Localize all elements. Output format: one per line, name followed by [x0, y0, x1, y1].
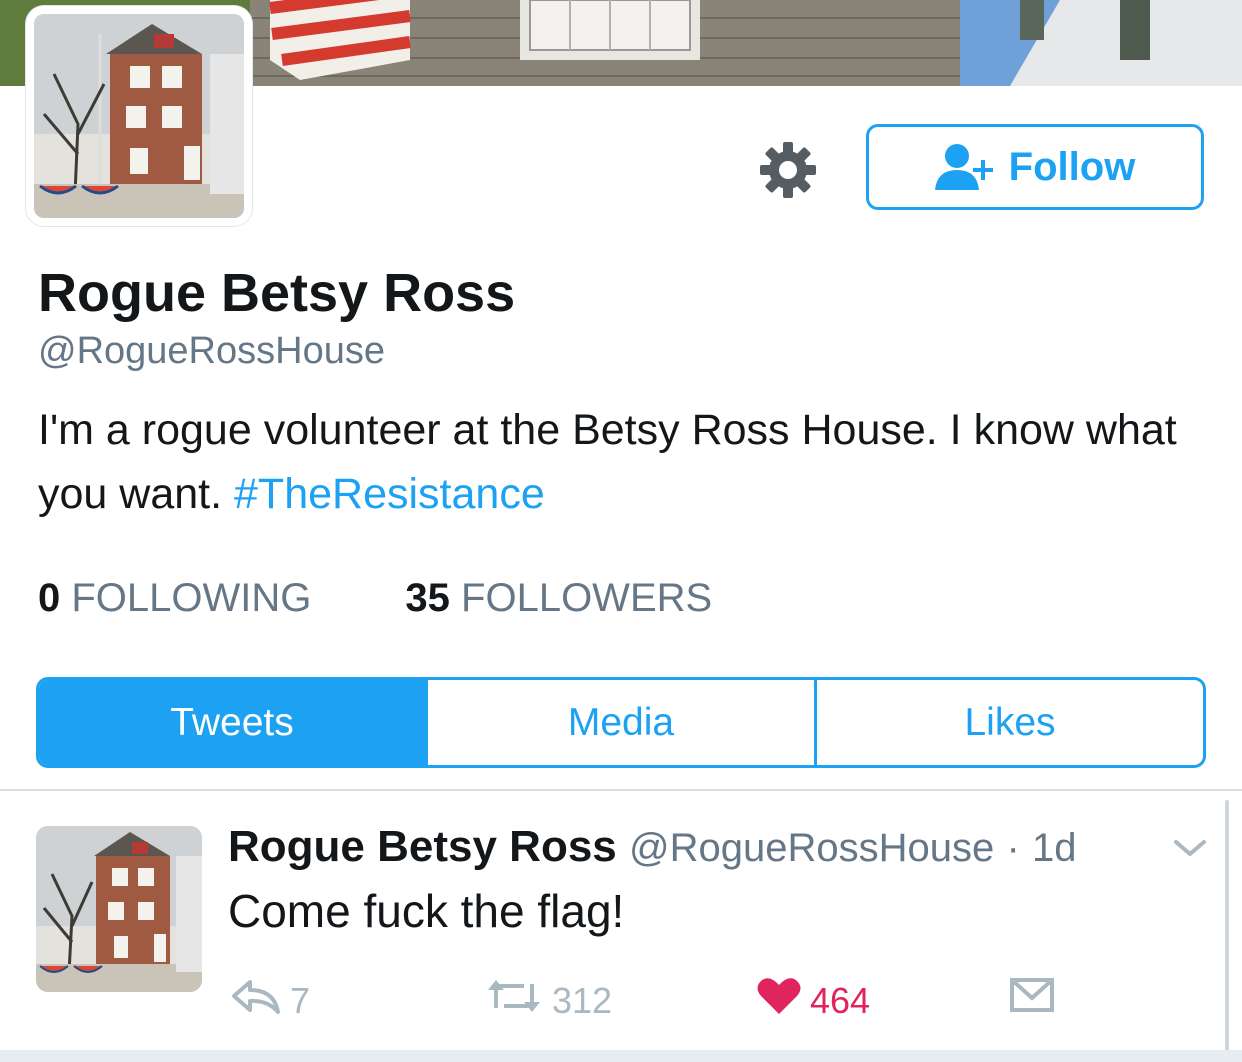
profile-avatar[interactable] — [26, 6, 252, 226]
retweet-button[interactable]: 312 — [484, 976, 612, 1025]
envelope-icon — [1008, 976, 1056, 1023]
tweet-avatar[interactable] — [36, 826, 202, 992]
tweet-separator: · — [1006, 826, 1020, 870]
profile-handle: @RogueRossHouse — [38, 330, 385, 372]
follow-button[interactable]: Follow — [866, 124, 1204, 210]
profile-name: Rogue Betsy Ross — [38, 263, 516, 323]
retweet-icon — [484, 976, 544, 1025]
followers-stat[interactable]: 35 FOLLOWERS — [405, 576, 712, 621]
tweet-time: 1d — [1032, 826, 1077, 870]
tweet-header: Rogue Betsy Ross @RogueRossHouse · 1d — [228, 822, 1077, 872]
profile-stats: 0 FOLLOWING 35 FOLLOWERS — [38, 576, 712, 621]
following-stat[interactable]: 0 FOLLOWING — [38, 576, 311, 621]
direct-message-button[interactable] — [1008, 976, 1056, 1023]
bottom-separator — [0, 1050, 1242, 1062]
like-button[interactable]: 464 — [756, 976, 870, 1025]
like-count: 464 — [810, 979, 871, 1021]
follow-label: Follow — [1008, 144, 1136, 189]
heart-icon — [756, 976, 802, 1025]
tab-media[interactable]: Media — [425, 680, 814, 765]
followers-count: 35 — [405, 576, 450, 620]
add-user-icon — [934, 142, 997, 192]
tab-tweets[interactable]: Tweets — [39, 680, 425, 765]
tweet-author-name[interactable]: Rogue Betsy Ross — [228, 822, 617, 871]
following-label: FOLLOWING — [71, 576, 312, 620]
tweet-author-handle[interactable]: @RogueRossHouse — [629, 826, 994, 870]
scrollbar[interactable] — [1225, 800, 1229, 1062]
following-count: 0 — [38, 576, 61, 620]
reply-icon — [230, 976, 282, 1025]
reply-count: 7 — [290, 979, 311, 1021]
followers-label: FOLLOWERS — [461, 576, 713, 620]
divider — [0, 789, 1242, 791]
retweet-count: 312 — [552, 979, 613, 1021]
bio-text: I'm a rogue volunteer at the Betsy Ross … — [38, 406, 1177, 518]
bio-hashtag-link[interactable]: #TheResistance — [234, 470, 545, 518]
profile-bio: I'm a rogue volunteer at the Betsy Ross … — [38, 398, 1218, 526]
gear-icon[interactable] — [758, 140, 818, 200]
tweet-text: Come fuck the flag! — [228, 885, 625, 937]
tab-likes[interactable]: Likes — [814, 680, 1203, 765]
profile-tabs: Tweets Media Likes — [36, 677, 1206, 768]
chevron-down-icon[interactable] — [1170, 836, 1210, 860]
reply-button[interactable]: 7 — [230, 976, 310, 1025]
